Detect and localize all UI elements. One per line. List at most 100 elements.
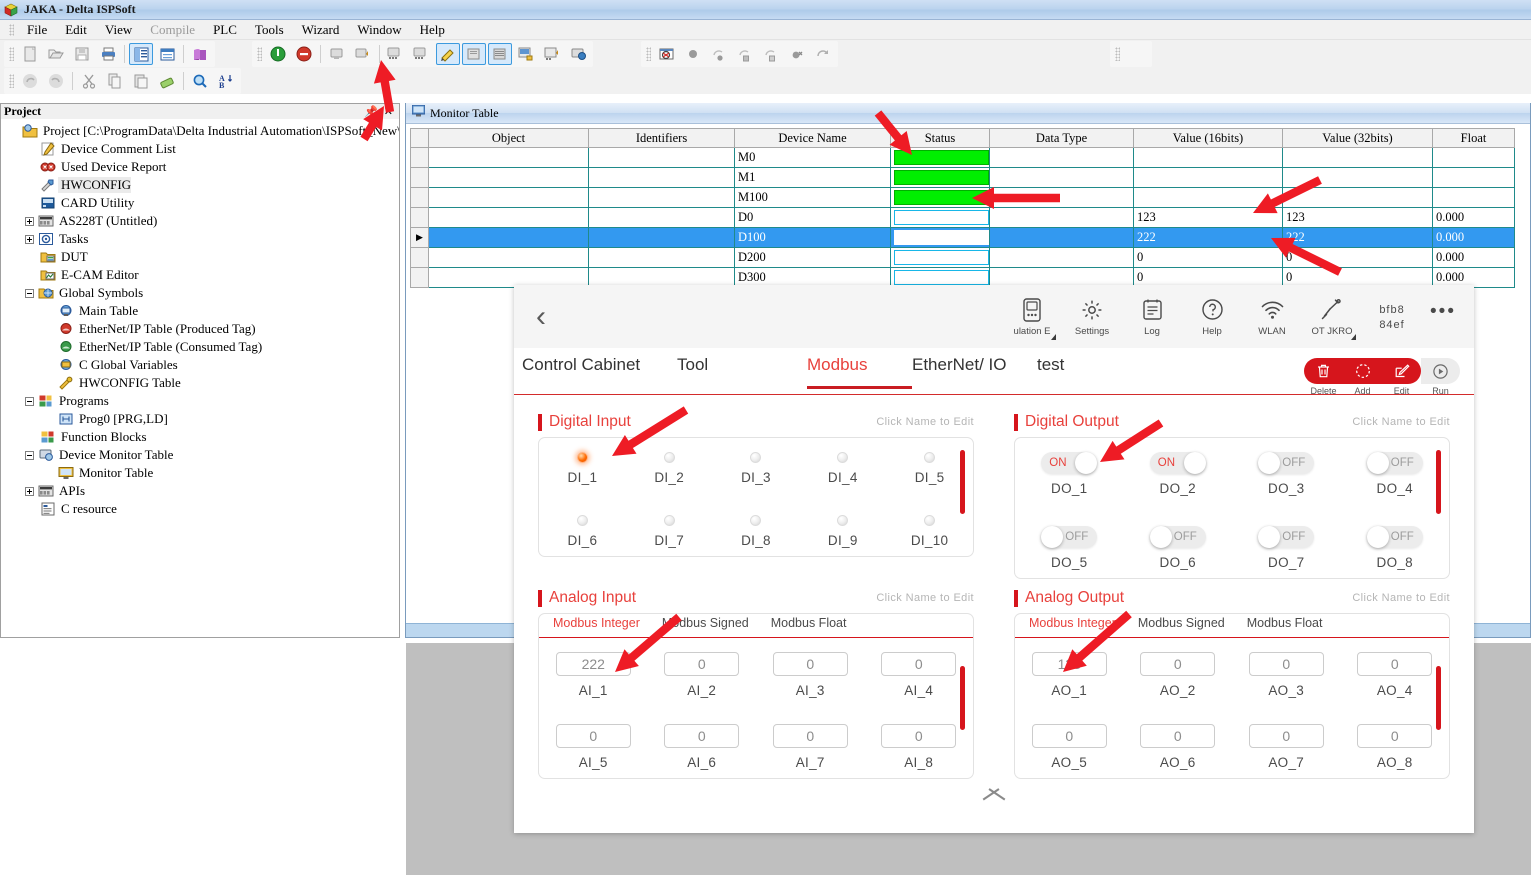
ao-label[interactable]: AO_5 bbox=[1051, 755, 1087, 770]
ai-value-field[interactable]: 0 bbox=[773, 652, 848, 676]
program-write-icon[interactable] bbox=[514, 43, 538, 65]
cell-status[interactable] bbox=[891, 188, 990, 208]
tree-item-as228t-untitled[interactable]: AS228T (Untitled) bbox=[1, 212, 399, 230]
do-label[interactable]: DO_2 bbox=[1160, 481, 1196, 496]
cell-status[interactable] bbox=[891, 228, 990, 248]
cell-identifiers[interactable] bbox=[589, 248, 735, 268]
tree-expander[interactable] bbox=[25, 235, 34, 244]
di-item[interactable]: DI_9 bbox=[799, 515, 886, 548]
ai-item[interactable]: 0AI_2 bbox=[648, 652, 757, 698]
ao-label[interactable]: AO_3 bbox=[1268, 683, 1304, 698]
do-label[interactable]: DO_5 bbox=[1051, 555, 1087, 570]
chevron-up-icon[interactable] bbox=[981, 783, 1007, 796]
cell-identifiers[interactable] bbox=[589, 188, 735, 208]
ao-subtab-modbus-integer[interactable]: Modbus Integer bbox=[1029, 616, 1116, 630]
cell-value-16[interactable] bbox=[1134, 188, 1283, 208]
top-icon-simulation[interactable]: ulation E bbox=[1010, 297, 1054, 337]
ao-label[interactable]: AO_2 bbox=[1160, 683, 1196, 698]
menu-tools[interactable]: Tools bbox=[246, 21, 293, 39]
sim-debug-icon[interactable] bbox=[655, 43, 679, 65]
tree-item-apis[interactable]: APIs bbox=[1, 482, 399, 500]
program-read-icon[interactable] bbox=[540, 43, 564, 65]
ao-value-field[interactable]: 123 bbox=[1032, 652, 1107, 676]
ai-label[interactable]: AI_1 bbox=[579, 683, 608, 698]
toolbar-grip-icon[interactable] bbox=[646, 47, 651, 61]
ai-item[interactable]: 222 AI_1 bbox=[539, 652, 648, 698]
cell-float[interactable] bbox=[1433, 148, 1515, 168]
cell-value-32[interactable] bbox=[1283, 148, 1433, 168]
cell-value-32[interactable] bbox=[1283, 168, 1433, 188]
cell-object[interactable] bbox=[429, 228, 589, 248]
do-item[interactable]: OFFDO_4 bbox=[1341, 452, 1450, 496]
tree-expander[interactable] bbox=[25, 397, 34, 406]
do-toggle[interactable]: OFF bbox=[1258, 452, 1314, 474]
zoom-icon[interactable] bbox=[188, 70, 212, 92]
help-book-icon[interactable] bbox=[188, 43, 212, 65]
ai-subtab-modbus-float[interactable]: Modbus Float bbox=[771, 616, 847, 630]
ao-item[interactable]: 0AO_2 bbox=[1124, 652, 1233, 698]
ai-subtab-modbus-integer[interactable]: Modbus Integer bbox=[553, 616, 640, 630]
tree-expander[interactable] bbox=[25, 487, 34, 496]
do-item[interactable]: OFFDO_6 bbox=[1124, 526, 1233, 570]
do-toggle[interactable]: OFF bbox=[1150, 526, 1206, 548]
stop-plc-icon[interactable] bbox=[292, 43, 316, 65]
column-header-status[interactable]: Status bbox=[891, 129, 990, 148]
do-label[interactable]: DO_8 bbox=[1377, 555, 1413, 570]
monitor-mode-icon[interactable] bbox=[488, 43, 512, 65]
di-item[interactable]: DI_3 bbox=[713, 452, 800, 485]
do-toggle[interactable]: ON bbox=[1150, 452, 1206, 474]
tree-item-used-device-report[interactable]: Used Device Report bbox=[1, 158, 399, 176]
do-item[interactable]: OFFDO_7 bbox=[1232, 526, 1341, 570]
ao-label[interactable]: AO_7 bbox=[1268, 755, 1304, 770]
download-plc-icon[interactable] bbox=[384, 43, 408, 65]
ai-scrollbar[interactable] bbox=[960, 666, 965, 730]
ai-item[interactable]: 0AI_6 bbox=[648, 724, 757, 770]
do-label[interactable]: DO_7 bbox=[1268, 555, 1304, 570]
project-tree[interactable]: Project [C:\ProgramData\Delta Industrial… bbox=[0, 119, 400, 638]
di-label[interactable]: DI_6 bbox=[568, 533, 598, 548]
ai-subtab-modbus-signed[interactable]: Modbus Signed bbox=[662, 616, 749, 630]
top-icon-settings[interactable]: Settings bbox=[1070, 297, 1114, 337]
project-tree-icon[interactable] bbox=[129, 43, 153, 65]
menu-file[interactable]: File bbox=[18, 21, 56, 39]
step-into-icon[interactable] bbox=[707, 43, 731, 65]
add-button[interactable]: Add bbox=[1343, 358, 1382, 384]
ao-item[interactable]: 0AO_3 bbox=[1232, 652, 1341, 698]
tree-item-tasks[interactable]: Tasks bbox=[1, 230, 399, 248]
do-label[interactable]: DO_1 bbox=[1051, 481, 1087, 496]
cell-value-16[interactable]: 123 bbox=[1134, 208, 1283, 228]
ai-label[interactable]: AI_6 bbox=[687, 755, 716, 770]
table-row[interactable]: M1 bbox=[411, 168, 1515, 188]
monitor-table-grid[interactable]: ObjectIdentifiersDevice NameStatusData T… bbox=[410, 128, 1515, 288]
tree-expander[interactable] bbox=[25, 451, 34, 460]
ai-value-field[interactable]: 0 bbox=[664, 652, 739, 676]
di-label[interactable]: DI_1 bbox=[568, 470, 598, 485]
cell-value-32[interactable]: 0 bbox=[1283, 248, 1433, 268]
redo-icon[interactable] bbox=[44, 70, 68, 92]
top-icon-help[interactable]: Help bbox=[1190, 297, 1234, 337]
ai-label[interactable]: AI_7 bbox=[796, 755, 825, 770]
ao-subtab-modbus-signed[interactable]: Modbus Signed bbox=[1138, 616, 1225, 630]
tree-item-ethernet-ip-table-consumed-tag[interactable]: EtherNet/IP Table (Consumed Tag) bbox=[1, 338, 399, 356]
do-toggle[interactable]: OFF bbox=[1367, 526, 1423, 548]
ao-value-field[interactable]: 0 bbox=[1249, 724, 1324, 748]
cell-identifiers[interactable] bbox=[589, 148, 735, 168]
di-label[interactable]: DI_4 bbox=[828, 470, 858, 485]
do-toggle[interactable]: ON bbox=[1041, 452, 1097, 474]
menu-edit[interactable]: Edit bbox=[56, 21, 96, 39]
edit-button[interactable]: Edit bbox=[1382, 358, 1421, 384]
toolbar-grip-icon[interactable] bbox=[1115, 47, 1120, 61]
column-header-value-32bits[interactable]: Value (32bits) bbox=[1283, 129, 1433, 148]
cell-object[interactable] bbox=[429, 208, 589, 228]
di-item[interactable]: DI_2 bbox=[626, 452, 713, 485]
menu-wizard[interactable]: Wizard bbox=[293, 21, 349, 39]
cell-data-type[interactable] bbox=[990, 208, 1134, 228]
save-icon[interactable] bbox=[70, 43, 94, 65]
ai-label[interactable]: AI_3 bbox=[796, 683, 825, 698]
cell-value-16[interactable]: 0 bbox=[1134, 248, 1283, 268]
tree-item-c-global-variables[interactable]: C Global Variables bbox=[1, 356, 399, 374]
online-mode-icon[interactable] bbox=[436, 43, 460, 65]
column-header-data-type[interactable]: Data Type bbox=[990, 129, 1134, 148]
ao-scrollbar[interactable] bbox=[1436, 666, 1441, 730]
ai-value-field[interactable]: 222 bbox=[556, 652, 631, 676]
